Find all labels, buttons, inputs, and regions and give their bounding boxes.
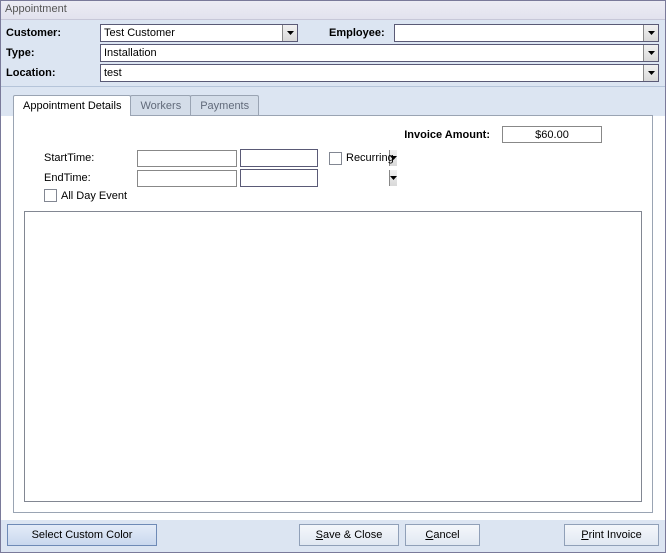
chevron-down-icon — [648, 31, 655, 35]
invoice-amount-label: Invoice Amount: — [404, 129, 490, 141]
select-custom-color-button[interactable]: Select Custom Color — [7, 524, 157, 546]
notes-textarea[interactable] — [24, 211, 642, 502]
end-time-dropdown-button[interactable] — [389, 170, 397, 186]
tab-payments[interactable]: Payments — [190, 95, 259, 116]
footer: Select Custom Color Save & Close Cancel … — [1, 520, 665, 552]
employee-dropdown-button[interactable] — [643, 25, 658, 41]
save-close-button[interactable]: Save & Close — [299, 524, 399, 546]
type-combo[interactable] — [100, 44, 659, 62]
employee-combo[interactable] — [394, 24, 659, 42]
tab-appointment-details[interactable]: Appointment Details — [13, 95, 131, 116]
location-combo[interactable] — [100, 64, 659, 82]
invoice-amount-value: $60.00 — [502, 126, 602, 143]
employee-label: Employee: — [301, 27, 391, 39]
chevron-down-icon — [390, 176, 397, 180]
end-time-combo[interactable] — [240, 169, 318, 187]
chevron-down-icon — [287, 31, 294, 35]
recurring-checkbox[interactable] — [329, 152, 342, 165]
cancel-button[interactable]: Cancel — [405, 524, 480, 546]
end-date-input[interactable] — [137, 170, 237, 187]
location-dropdown-button[interactable] — [643, 65, 658, 81]
customer-input[interactable] — [101, 25, 282, 41]
type-label: Type: — [5, 47, 97, 59]
chevron-down-icon — [648, 71, 655, 75]
customer-dropdown-button[interactable] — [282, 25, 297, 41]
start-time-combo[interactable] — [240, 149, 318, 167]
customer-label: Customer: — [5, 27, 97, 39]
tab-workers[interactable]: Workers — [130, 95, 191, 116]
all-day-label: All Day Event — [61, 190, 127, 202]
type-input[interactable] — [101, 45, 643, 61]
location-input[interactable] — [101, 65, 643, 81]
tab-strip: Appointment Details Workers Payments — [1, 87, 665, 116]
window-title: Appointment — [1, 1, 665, 20]
chevron-down-icon — [648, 51, 655, 55]
start-time-label: StartTime: — [44, 152, 134, 164]
header-area: Customer: Employee: Type: — [1, 20, 665, 87]
print-invoice-button[interactable]: Print Invoice — [564, 524, 659, 546]
end-time-label: EndTime: — [44, 172, 134, 184]
customer-combo[interactable] — [100, 24, 298, 42]
employee-input[interactable] — [395, 25, 643, 41]
tab-content: Invoice Amount: $60.00 StartTime: Recurr… — [13, 115, 653, 513]
end-time-input[interactable] — [241, 170, 389, 186]
start-date-input[interactable] — [137, 150, 237, 167]
all-day-checkbox[interactable] — [44, 189, 57, 202]
location-label: Location: — [5, 67, 97, 79]
appointment-window: Appointment Customer: Employee: Type: — [0, 0, 666, 553]
type-dropdown-button[interactable] — [643, 45, 658, 61]
recurring-label: Recurring — [346, 152, 394, 164]
